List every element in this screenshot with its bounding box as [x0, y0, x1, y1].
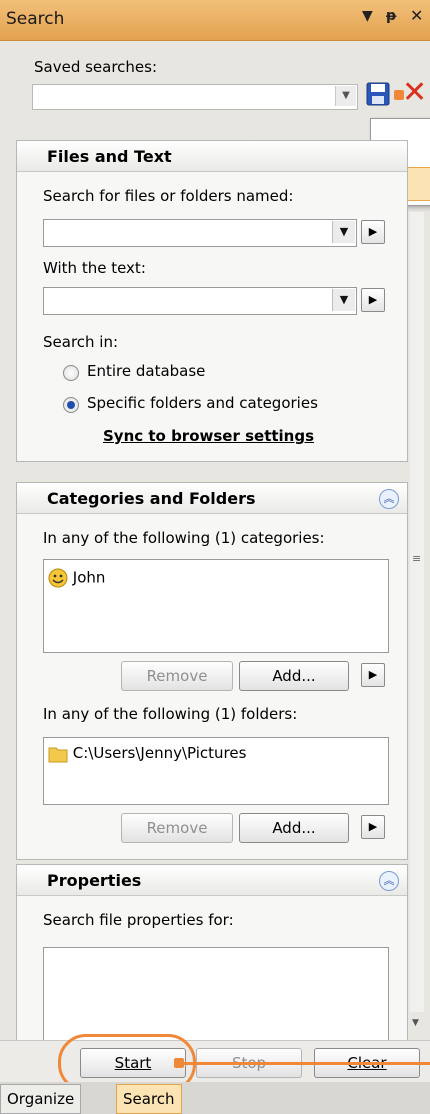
files-and-text-panel: Files and Text Search for files or folde… — [16, 140, 408, 462]
scrollbar-track[interactable] — [410, 212, 424, 1012]
files-and-text-title: Files and Text — [47, 147, 172, 166]
tab-organize[interactable]: Organize — [0, 1084, 82, 1114]
categories-label: In any of the following (1) categories: — [43, 529, 325, 547]
delete-search-button[interactable]: ✕ — [402, 78, 430, 108]
panel-title: Search — [6, 9, 65, 29]
list-item[interactable]: John — [48, 568, 105, 588]
text-label: With the text: — [43, 259, 146, 277]
add-category-button[interactable]: Add... — [239, 661, 349, 691]
list-item[interactable]: C:\Users\Jenny\Pictures — [48, 744, 246, 763]
annotation-line — [182, 1062, 430, 1065]
collapse-icon[interactable]: ︽ — [379, 871, 399, 891]
chevron-down-icon[interactable]: ▼ — [332, 221, 355, 243]
sync-browser-link[interactable]: Sync to browser settings — [103, 427, 314, 445]
text-input[interactable]: ▼ — [43, 287, 357, 315]
pin-icon[interactable]: ᵽ — [386, 8, 396, 24]
remove-category-button[interactable]: Remove — [121, 661, 233, 691]
radio-entire-database[interactable] — [63, 365, 79, 381]
close-icon[interactable]: ✕ — [410, 6, 423, 25]
saved-searches-combo[interactable]: ▼ — [32, 84, 358, 110]
categories-list[interactable]: John — [43, 559, 389, 653]
scroll-down-icon[interactable]: ▼ — [412, 1018, 419, 1028]
properties-title: Properties — [47, 871, 142, 890]
chevron-down-icon[interactable]: ▼ — [335, 86, 356, 106]
category-name: John — [72, 568, 106, 587]
floppy-disk-icon — [366, 82, 390, 106]
folder-options-button[interactable]: ▶ — [361, 815, 385, 839]
triangle-right-icon: ▶ — [368, 293, 378, 306]
delete-x-icon: ✕ — [402, 75, 428, 110]
add-folder-button[interactable]: Add... — [239, 813, 349, 843]
files-and-text-header[interactable]: Files and Text — [17, 141, 407, 172]
remove-folder-button[interactable]: Remove — [121, 813, 233, 843]
named-label: Search for files or folders named: — [43, 187, 294, 205]
scrollbar-grip-icon[interactable]: ≡ — [412, 552, 421, 565]
saved-searches-label: Saved searches: — [34, 58, 158, 76]
categories-and-folders-panel: Categories and Folders ︽ In any of the f… — [16, 482, 408, 860]
categories-and-folders-title: Categories and Folders — [47, 489, 256, 508]
folder-path: C:\Users\Jenny\Pictures — [72, 744, 247, 762]
dropdown-icon[interactable]: ▼ — [362, 8, 373, 24]
smiley-category-icon — [48, 568, 68, 588]
categories-and-folders-header[interactable]: Categories and Folders ︽ — [17, 483, 407, 514]
triangle-right-icon: ▶ — [368, 668, 378, 681]
folder-icon — [48, 747, 68, 762]
category-options-button[interactable]: ▶ — [361, 663, 385, 687]
triangle-right-icon: ▶ — [368, 225, 378, 238]
named-input[interactable]: ▼ — [43, 219, 357, 247]
properties-panel: Properties ︽ Search file properties for: — [16, 864, 408, 1047]
properties-list[interactable] — [43, 947, 389, 1047]
triangle-right-icon: ▶ — [368, 820, 378, 833]
properties-label: Search file properties for: — [43, 911, 234, 929]
properties-header[interactable]: Properties ︽ — [17, 865, 407, 896]
option-specific-folders[interactable]: Specific folders and categories — [87, 394, 318, 412]
radio-specific-folders[interactable] — [63, 397, 79, 413]
option-entire-database[interactable]: Entire database — [87, 362, 205, 380]
folders-list[interactable]: C:\Users\Jenny\Pictures — [43, 737, 389, 805]
folders-label: In any of the following (1) folders: — [43, 705, 298, 723]
chevron-down-icon[interactable]: ▼ — [332, 289, 355, 311]
panel-title-bar: Search ▼ ᵽ ✕ — [0, 0, 430, 41]
collapse-icon[interactable]: ︽ — [379, 489, 399, 509]
tab-search[interactable]: Search — [116, 1084, 182, 1114]
named-options-button[interactable]: ▶ — [361, 220, 385, 244]
vertical-scrollbar[interactable]: ≡ ▼ — [410, 200, 424, 1040]
save-search-button[interactable] — [366, 82, 390, 106]
search-in-label: Search in: — [43, 333, 119, 351]
text-options-button[interactable]: ▶ — [361, 288, 385, 312]
